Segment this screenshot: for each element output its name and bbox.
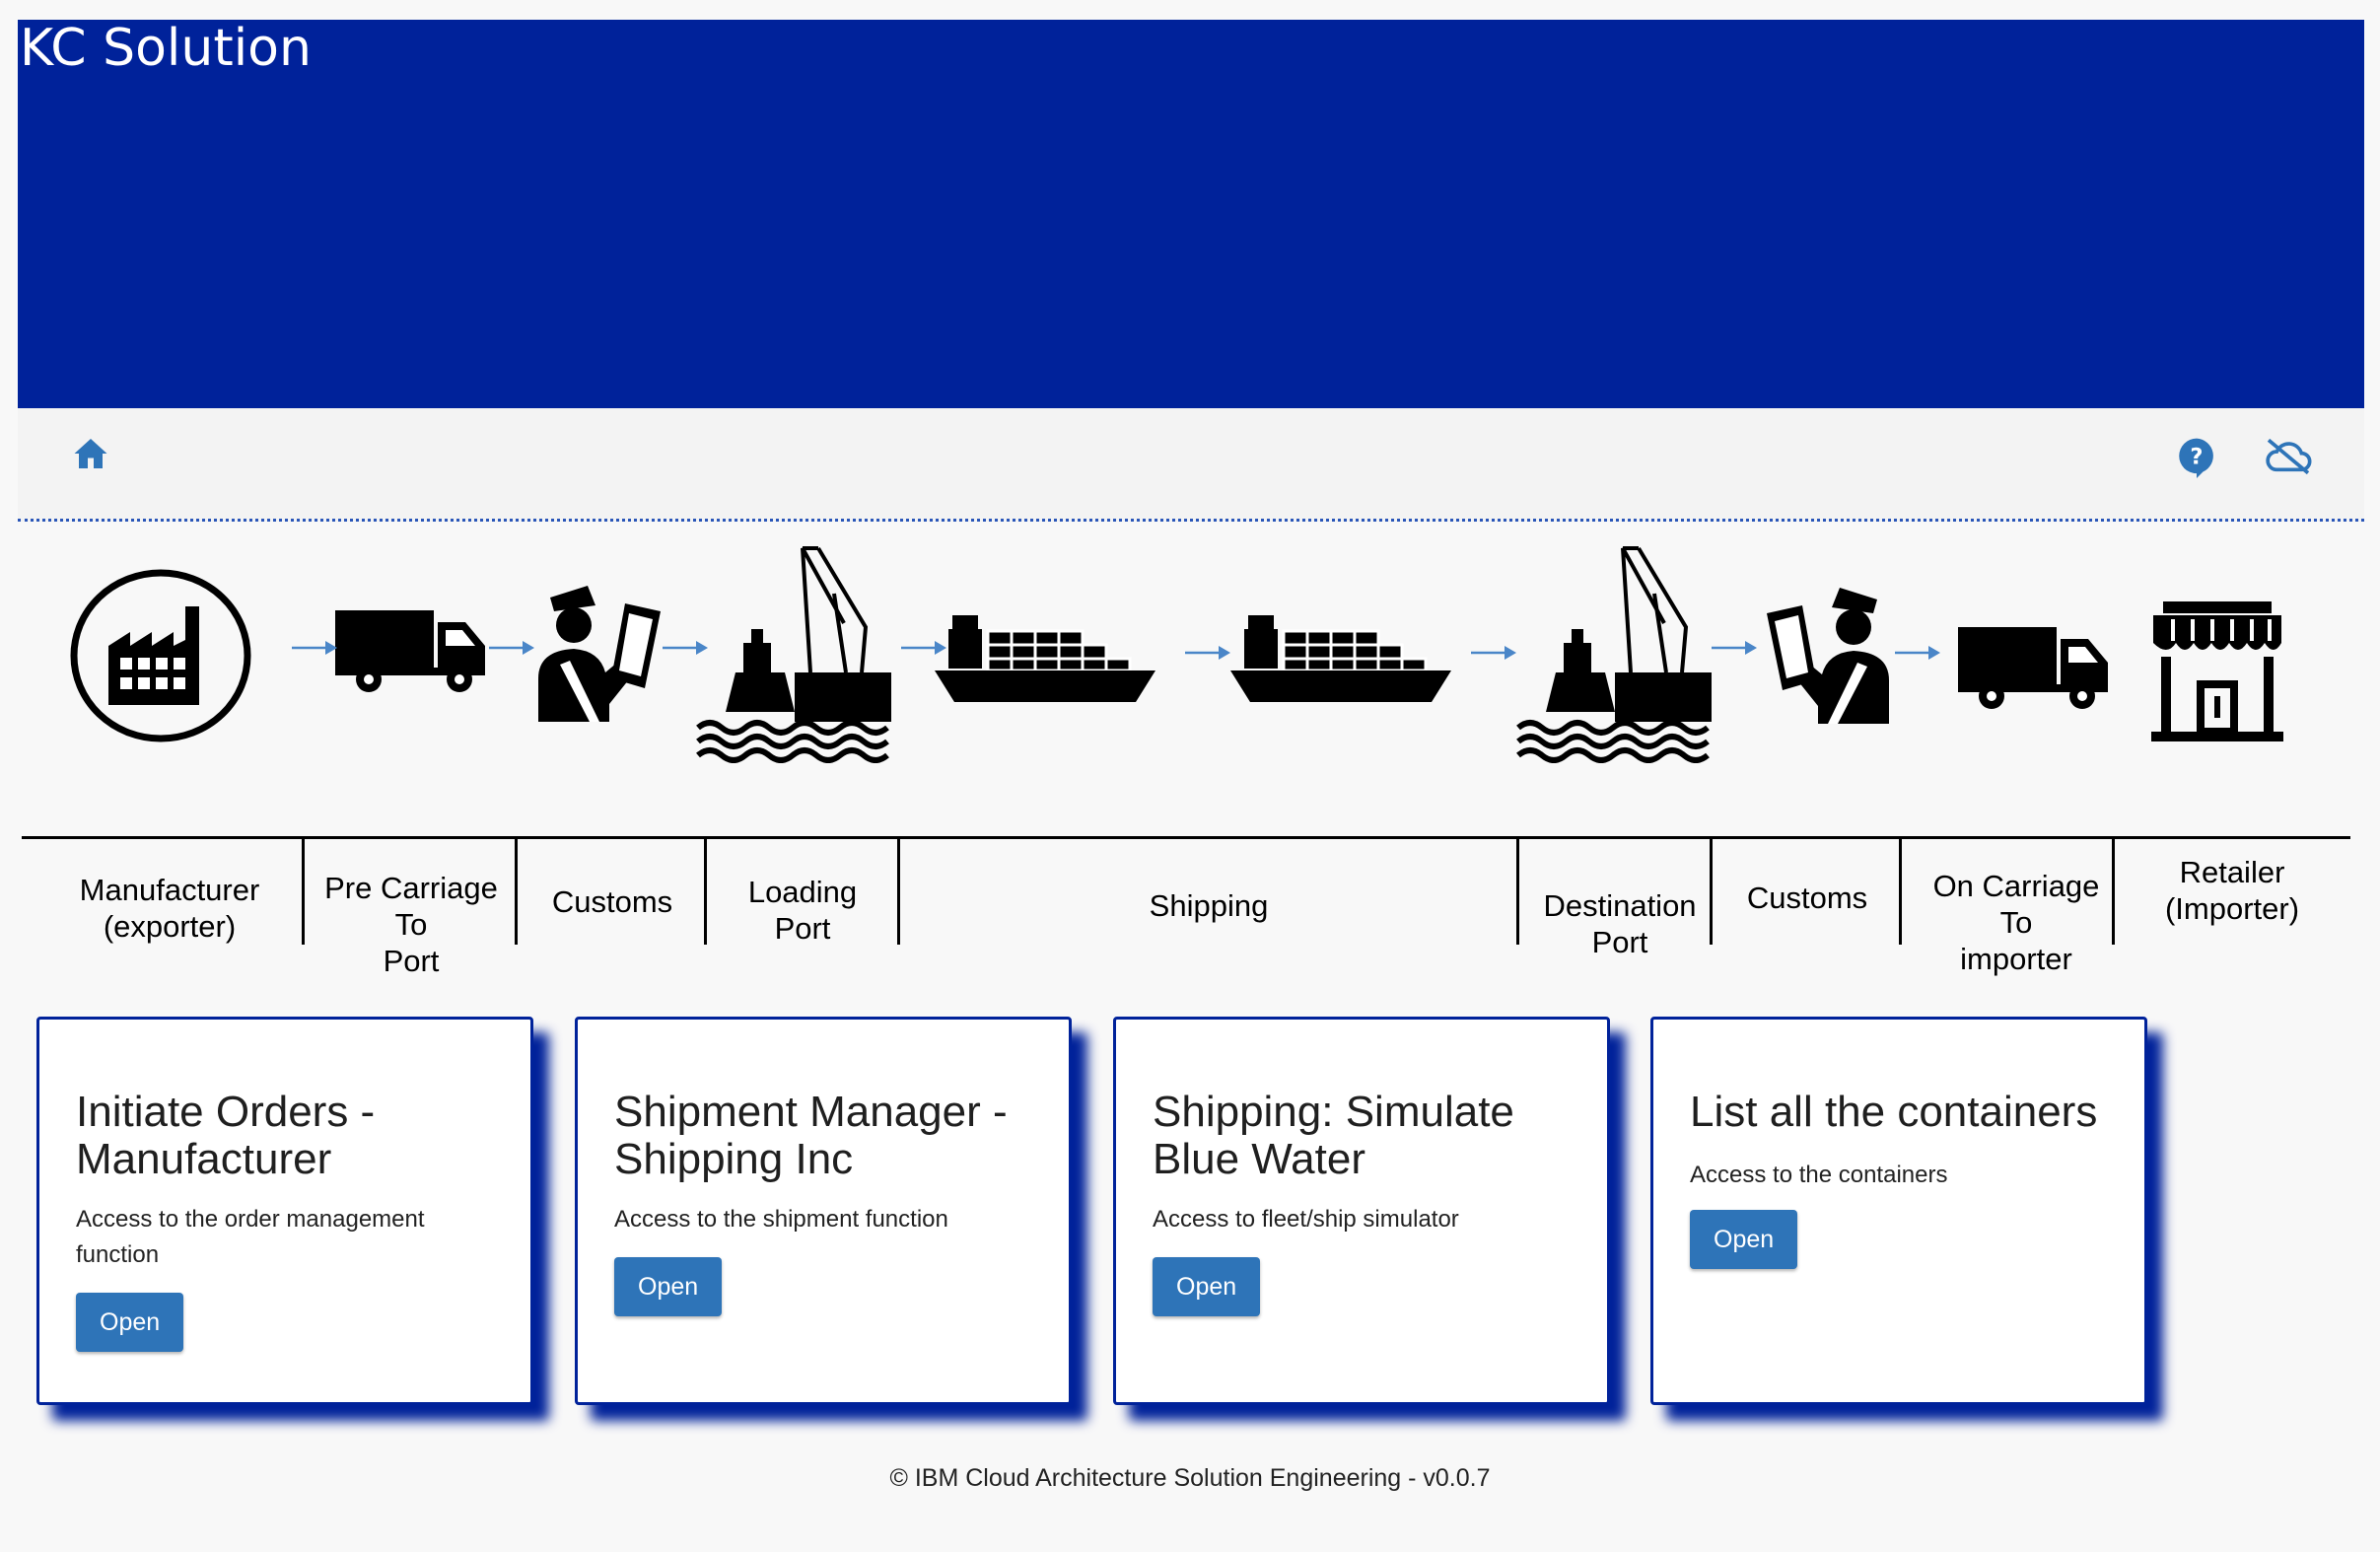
footer-copyright: © IBM Cloud Architecture Solution Engine… — [889, 1464, 1491, 1492]
stage-label-shipping: Shipping — [1149, 888, 1269, 923]
customs-officer-icon — [530, 582, 674, 722]
card-list-containers: List all the containers Access to the co… — [1650, 1017, 2147, 1405]
stage-label-customs: Customs — [1746, 881, 1868, 915]
card-description: Access to the shipment function — [614, 1206, 948, 1233]
stage-label-loading-port: Loading Port — [747, 875, 858, 946]
stage-label-retailer: Retailer (Importer) — [2164, 855, 2300, 926]
svg-text:?: ? — [2190, 444, 2203, 469]
cloud-offline-icon[interactable] — [2264, 437, 2313, 476]
card-title: Shipment Manager - Shipping Inc — [614, 1088, 1008, 1183]
app-title: KC Solution — [20, 19, 312, 78]
container-ship-icon — [1228, 611, 1453, 704]
app-banner: KC Solution — [18, 19, 2364, 408]
stage-label-customs: Customs — [551, 884, 673, 919]
toolbar: ? — [18, 408, 2364, 522]
store-icon — [2149, 600, 2285, 741]
factory-icon — [69, 567, 252, 744]
card-description: Access to the containers — [1690, 1162, 1948, 1188]
open-orders-button[interactable]: Open — [76, 1293, 184, 1352]
help-icon[interactable]: ? — [2177, 437, 2216, 478]
flow-arrow-icon — [899, 638, 948, 658]
card-description: Access to the order management function — [76, 1206, 425, 1268]
flow-arrow-icon — [487, 638, 536, 658]
open-simulator-button[interactable]: Open — [1153, 1257, 1261, 1316]
truck-icon — [333, 606, 489, 695]
customs-officer-icon — [1753, 584, 1897, 724]
home-icon[interactable] — [73, 437, 108, 470]
stage-label-destination-port: Destination Port — [1543, 888, 1697, 959]
open-shipment-button[interactable]: Open — [614, 1257, 723, 1316]
card-initiate-orders: Initiate Orders - Manufacturer Access to… — [36, 1017, 533, 1405]
flow-arrow-icon — [661, 638, 710, 658]
card-title: Shipping: Simulate Blue Water — [1153, 1088, 1514, 1183]
container-ship-icon — [933, 611, 1157, 704]
stage-label-on-carriage: On Carriage To importer — [1932, 869, 2100, 976]
card-simulate-blue-water: Shipping: Simulate Blue Water Access to … — [1113, 1017, 1610, 1405]
flow-arrow-icon — [1710, 638, 1759, 658]
supply-chain-pipeline — [18, 532, 2364, 799]
open-containers-button[interactable]: Open — [1690, 1210, 1798, 1269]
flow-arrow-icon — [1183, 643, 1232, 663]
card-title: Initiate Orders - Manufacturer — [76, 1088, 376, 1183]
port-crane-icon — [696, 544, 891, 763]
truck-icon — [1956, 623, 2112, 712]
card-description: Access to fleet/ship simulator — [1153, 1206, 1459, 1233]
stage-timeline — [22, 836, 2350, 839]
flow-arrow-icon — [1469, 643, 1518, 663]
port-crane-icon — [1516, 544, 1712, 763]
flow-arrow-icon — [290, 638, 339, 658]
card-shipment-manager: Shipment Manager - Shipping Inc Access t… — [575, 1017, 1072, 1405]
flow-arrow-icon — [1893, 643, 1942, 663]
card-title: List all the containers — [1690, 1088, 2098, 1136]
stage-label-manufacturer: Manufacturer (exporter) — [79, 873, 260, 944]
stage-label-pre-carriage: Pre Carriage To Port — [324, 871, 498, 978]
